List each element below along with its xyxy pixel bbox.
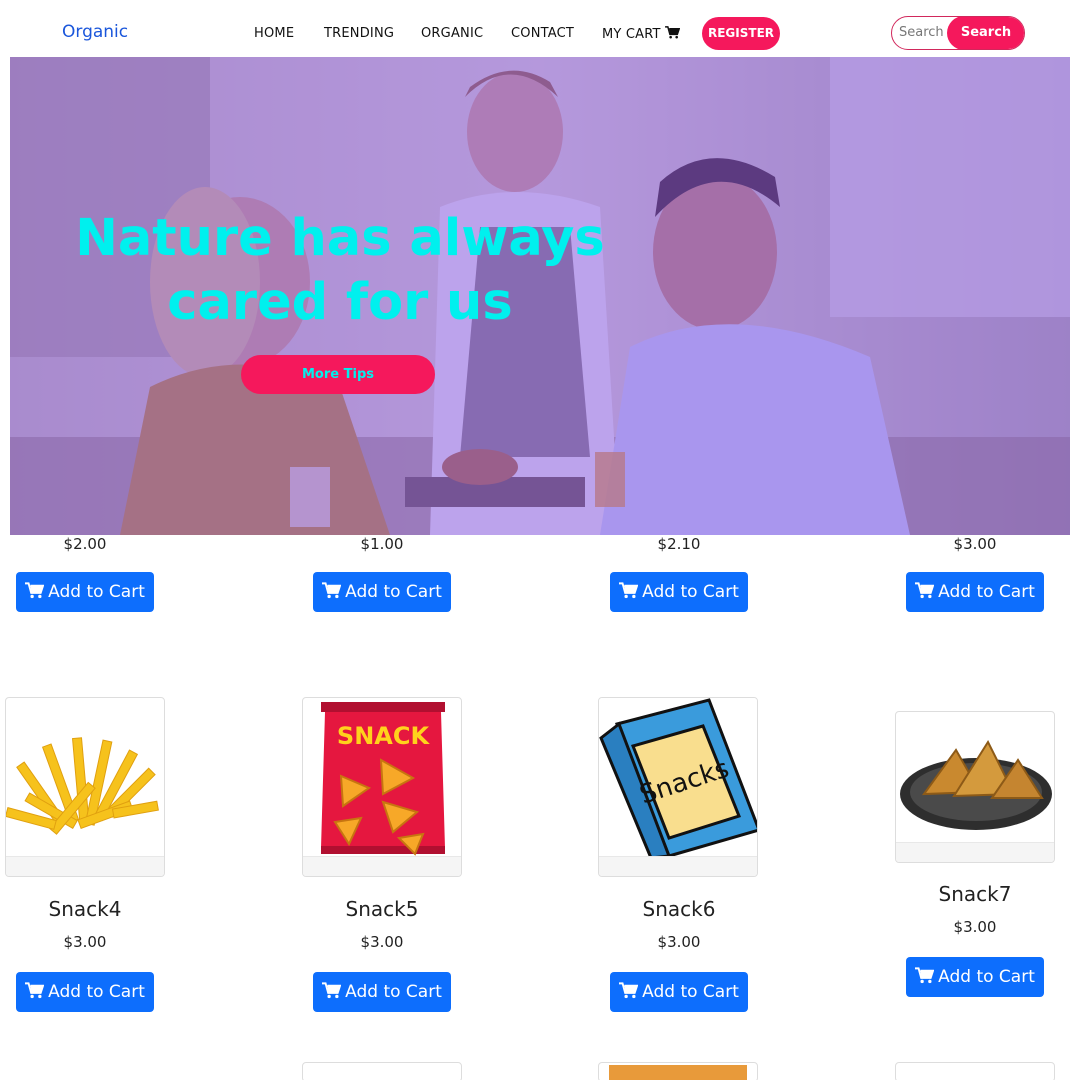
product-price: $3.00 <box>953 918 997 936</box>
product-image-fries[interactable] <box>5 697 165 877</box>
brand-link[interactable]: Organic <box>62 22 128 42</box>
register-button[interactable]: REGISTER <box>702 17 780 50</box>
add-to-cart-button[interactable]: Add to Cart <box>906 572 1044 612</box>
cart-icon <box>664 26 680 39</box>
cart-icon <box>619 982 639 999</box>
add-to-cart-label: Add to Cart <box>938 582 1035 602</box>
nav-trending[interactable]: TRENDING <box>324 26 394 41</box>
peek-image-fill <box>609 1065 747 1080</box>
product-image-samosa[interactable] <box>895 711 1055 863</box>
nav-home[interactable]: HOME <box>254 26 294 41</box>
add-to-cart-button[interactable]: Add to Cart <box>906 957 1044 997</box>
cart-icon <box>25 582 45 599</box>
product-image-peek[interactable] <box>302 1062 462 1080</box>
card-footer <box>896 842 1054 862</box>
product-price: $1.00 <box>360 535 404 553</box>
product-image-snack-bag[interactable]: SNACK <box>302 697 462 877</box>
search-button[interactable]: Search <box>947 17 1024 49</box>
hero-title-line1: Nature has always <box>75 209 605 268</box>
product-price: $3.00 <box>360 933 404 951</box>
card-footer <box>6 856 164 876</box>
add-to-cart-button[interactable]: Add to Cart <box>313 572 451 612</box>
cart-icon <box>322 982 342 999</box>
product-price: $3.00 <box>63 933 107 951</box>
product-name: Snack5 <box>345 897 419 921</box>
more-tips-button[interactable]: More Tips <box>241 355 435 394</box>
add-to-cart-button[interactable]: Add to Cart <box>610 572 748 612</box>
add-to-cart-label: Add to Cart <box>642 582 739 602</box>
product-name: Snack7 <box>938 882 1012 906</box>
cart-icon <box>915 967 935 984</box>
add-to-cart-button[interactable]: Add to Cart <box>313 972 451 1012</box>
search-form: Search <box>891 16 1025 50</box>
add-to-cart-label: Add to Cart <box>48 982 145 1002</box>
add-to-cart-label: Add to Cart <box>345 982 442 1002</box>
hero-title-line2: cared for us <box>167 273 513 332</box>
product-name: Snack6 <box>642 897 716 921</box>
product-image-peek[interactable] <box>895 1062 1055 1080</box>
product-name: Snack4 <box>48 897 122 921</box>
search-input[interactable] <box>892 17 952 48</box>
snack-bag-icon: SNACK <box>321 702 445 856</box>
add-to-cart-button[interactable]: Add to Cart <box>16 972 154 1012</box>
product-image-snacks-bag[interactable]: Snacks <box>598 697 758 877</box>
nav-organic[interactable]: ORGANIC <box>421 26 483 41</box>
snack-bag-text: SNACK <box>337 722 431 750</box>
add-to-cart-label: Add to Cart <box>48 582 145 602</box>
nav-my-cart-label: MY CART <box>602 27 661 42</box>
add-to-cart-button[interactable]: Add to Cart <box>610 972 748 1012</box>
card-footer <box>599 856 757 876</box>
add-to-cart-label: Add to Cart <box>345 582 442 602</box>
add-to-cart-button[interactable]: Add to Cart <box>16 572 154 612</box>
hero-title: Nature has always cared for us <box>70 207 610 335</box>
product-price: $2.00 <box>63 535 107 553</box>
snacks-bag-icon: Snacks <box>599 698 757 860</box>
product-price: $2.10 <box>657 535 701 553</box>
nav-my-cart[interactable]: MY CART <box>602 26 680 42</box>
samosa-plate-icon <box>900 739 1052 830</box>
hero-banner: Nature has always cared for us More Tips <box>10 57 1070 535</box>
nav-contact[interactable]: CONTACT <box>511 26 574 41</box>
cart-icon <box>322 582 342 599</box>
french-fries-icon <box>6 737 159 835</box>
card-footer <box>303 856 461 876</box>
product-price: $3.00 <box>657 933 701 951</box>
add-to-cart-label: Add to Cart <box>938 967 1035 987</box>
cart-icon <box>619 582 639 599</box>
cart-icon <box>25 982 45 999</box>
product-image-peek[interactable] <box>598 1062 758 1080</box>
cart-icon <box>915 582 935 599</box>
navbar: Organic HOME TRENDING ORGANIC CONTACT MY… <box>0 0 1080 57</box>
product-price: $3.00 <box>953 535 997 553</box>
add-to-cart-label: Add to Cart <box>642 982 739 1002</box>
